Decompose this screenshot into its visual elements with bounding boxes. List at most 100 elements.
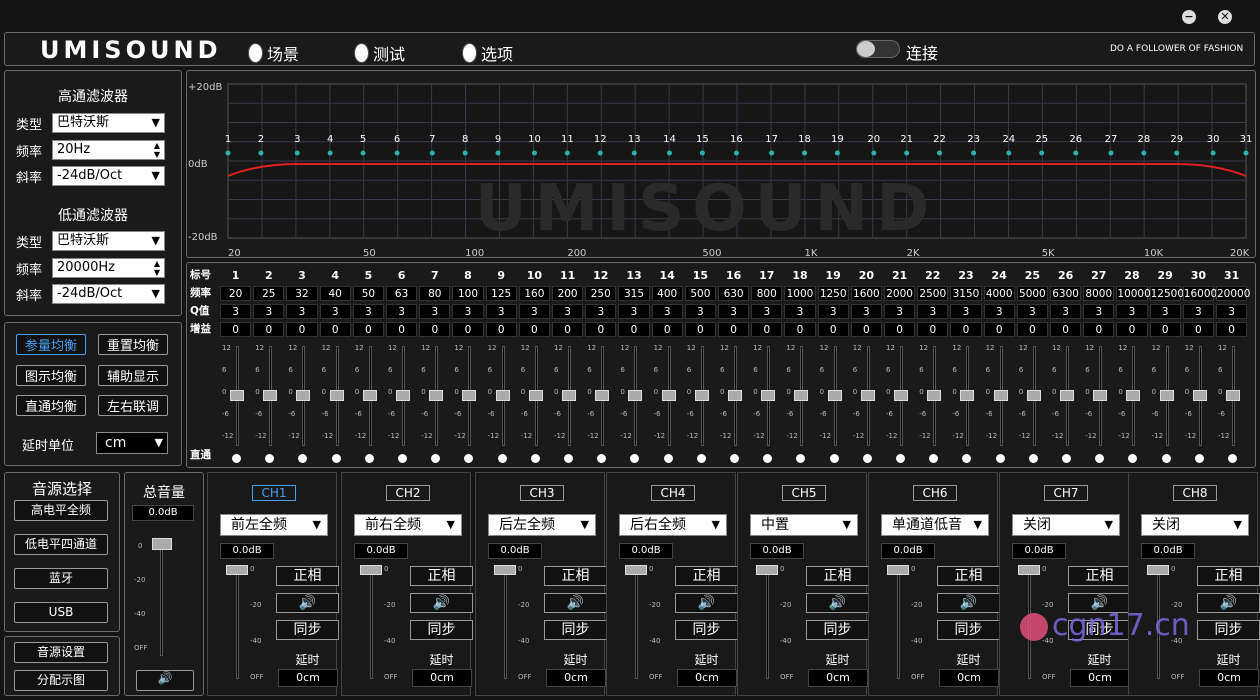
slider-knob[interactable] bbox=[1060, 390, 1074, 401]
band-q-input[interactable]: 3 bbox=[485, 304, 517, 319]
band-q-input[interactable]: 3 bbox=[850, 304, 882, 319]
channel-label[interactable]: CH4 bbox=[651, 485, 695, 501]
band-q-input[interactable]: 3 bbox=[784, 304, 816, 319]
eq-band-point[interactable] bbox=[834, 150, 840, 156]
sync-button[interactable]: 同步 bbox=[937, 620, 1000, 640]
delay-input[interactable]: 0cm bbox=[939, 669, 999, 687]
eq-band-point[interactable] bbox=[871, 150, 877, 156]
band-freq-input[interactable]: 1600 bbox=[850, 286, 882, 301]
fader-knob[interactable] bbox=[494, 565, 516, 575]
channel-mute-button[interactable]: 🔊 bbox=[937, 593, 1000, 613]
band-gain-slider[interactable]: 12 6 0 -6 -12 bbox=[1185, 344, 1215, 446]
band-freq-input[interactable]: 1250 bbox=[817, 286, 849, 301]
master-fader[interactable]: 0 -20 -40 OFF bbox=[134, 538, 194, 658]
slider-knob[interactable] bbox=[827, 390, 842, 401]
fader-knob[interactable] bbox=[1147, 565, 1169, 575]
band-freq-input[interactable]: 200 bbox=[552, 286, 584, 301]
source-low-level-button[interactable]: 低电平四通道 bbox=[14, 534, 108, 555]
band-bypass-radio[interactable] bbox=[829, 454, 839, 463]
channel-gain-fader[interactable]: 0 -20 -40 OFF bbox=[220, 565, 270, 683]
connect-toggle[interactable] bbox=[856, 40, 900, 58]
band-freq-input[interactable]: 800 bbox=[751, 286, 783, 301]
reset-eq-button[interactable]: 重置均衡 bbox=[98, 334, 168, 355]
band-gain-slider[interactable]: 12 6 0 -6 -12 bbox=[886, 344, 916, 446]
band-gain-slider[interactable]: 12 6 0 -6 -12 bbox=[786, 344, 816, 446]
band-q-input[interactable]: 3 bbox=[917, 304, 949, 319]
band-bypass-radio[interactable] bbox=[1228, 454, 1237, 463]
channel-label[interactable]: CH8 bbox=[1173, 485, 1217, 501]
channel-label[interactable]: CH2 bbox=[386, 485, 430, 501]
band-freq-input[interactable]: 8000 bbox=[1083, 286, 1115, 301]
band-freq-input[interactable]: 4000 bbox=[983, 286, 1015, 301]
band-gain-slider[interactable]: 12 6 0 -6 -12 bbox=[853, 344, 883, 446]
channel-gain-fader[interactable]: 0 -20 -40 OFF bbox=[488, 565, 538, 683]
channel-mute-button[interactable]: 🔊 bbox=[806, 593, 869, 613]
radio-icon[interactable] bbox=[462, 43, 477, 63]
eq-graph[interactable]: UMISOUND 1 2 3 4 5 6 7 8 9 10 11 12 13 14 15 16 17 18 19 20… bbox=[186, 70, 1256, 258]
band-bypass-radio[interactable] bbox=[1161, 454, 1171, 463]
band-gain-input[interactable]: 0 bbox=[917, 322, 949, 337]
band-freq-input[interactable]: 25 bbox=[253, 286, 285, 301]
radio-icon[interactable] bbox=[354, 43, 369, 63]
channel-label[interactable]: CH6 bbox=[913, 485, 957, 501]
phase-button[interactable]: 正相 bbox=[1197, 566, 1260, 586]
band-gain-slider[interactable]: 12 6 0 -6 -12 bbox=[355, 344, 385, 446]
fader-knob[interactable] bbox=[152, 538, 172, 550]
band-freq-input[interactable]: 20 bbox=[220, 286, 252, 301]
eq-band-point[interactable] bbox=[971, 150, 977, 156]
slider-knob[interactable] bbox=[628, 390, 643, 401]
band-gain-slider[interactable]: 12 6 0 -6 -12 bbox=[620, 344, 650, 446]
eq-band-point[interactable] bbox=[531, 150, 537, 156]
eq-band-point[interactable] bbox=[429, 150, 435, 156]
band-bypass-radio[interactable] bbox=[364, 454, 374, 463]
eq-band-point[interactable] bbox=[1039, 150, 1045, 156]
slider-knob[interactable] bbox=[462, 390, 477, 401]
band-gain-input[interactable]: 0 bbox=[1083, 322, 1115, 337]
spin-arrows-icon[interactable]: ▲ ▼ bbox=[154, 141, 160, 159]
sync-button[interactable]: 同步 bbox=[544, 620, 607, 640]
band-gain-input[interactable]: 0 bbox=[817, 322, 849, 337]
band-gain-input[interactable]: 0 bbox=[651, 322, 683, 337]
sync-button[interactable]: 同步 bbox=[276, 620, 339, 640]
band-freq-input[interactable]: 40 bbox=[319, 286, 351, 301]
phase-button[interactable]: 正相 bbox=[937, 566, 1000, 586]
band-freq-input[interactable]: 10000 bbox=[1116, 286, 1151, 301]
band-q-input[interactable]: 3 bbox=[220, 304, 252, 319]
band-bypass-radio[interactable] bbox=[1194, 454, 1204, 463]
slider-knob[interactable] bbox=[794, 390, 809, 401]
band-gain-input[interactable]: 0 bbox=[253, 322, 285, 337]
slider-knob[interactable] bbox=[429, 390, 444, 401]
sync-button[interactable]: 同步 bbox=[675, 620, 738, 640]
band-gain-slider[interactable]: 12 6 0 -6 -12 bbox=[820, 344, 850, 446]
eq-band-point[interactable] bbox=[1108, 150, 1114, 156]
delay-input[interactable]: 0cm bbox=[677, 669, 737, 687]
eq-band-point[interactable] bbox=[258, 150, 264, 156]
channel-gain-fader[interactable]: 0 -20 -40 OFF bbox=[354, 565, 404, 683]
band-gain-input[interactable]: 0 bbox=[286, 322, 318, 337]
band-q-input[interactable]: 3 bbox=[983, 304, 1015, 319]
band-freq-input[interactable]: 16000 bbox=[1182, 286, 1217, 301]
eq-band-point[interactable] bbox=[937, 150, 943, 156]
slider-knob[interactable] bbox=[562, 390, 576, 401]
slider-knob[interactable] bbox=[528, 390, 543, 401]
routing-map-button[interactable]: 分配示图 bbox=[14, 670, 108, 691]
band-q-input[interactable]: 3 bbox=[1116, 304, 1148, 319]
phase-button[interactable]: 正相 bbox=[675, 566, 738, 586]
band-gain-slider[interactable]: 12 6 0 -6 -12 bbox=[587, 344, 617, 446]
band-gain-input[interactable]: 0 bbox=[983, 322, 1015, 337]
eq-band-point[interactable] bbox=[666, 150, 672, 156]
band-gain-input[interactable]: 0 bbox=[552, 322, 584, 337]
slider-knob[interactable] bbox=[1226, 390, 1240, 401]
band-gain-slider[interactable]: 12 6 0 -6 -12 bbox=[654, 344, 684, 446]
band-gain-slider[interactable]: 12 6 0 -6 -12 bbox=[1218, 344, 1248, 446]
band-gain-input[interactable]: 0 bbox=[850, 322, 882, 337]
channel-mute-button[interactable]: 🔊 bbox=[276, 593, 339, 613]
eq-band-point[interactable] bbox=[733, 150, 739, 156]
band-gain-slider[interactable]: 12 6 0 -6 -12 bbox=[288, 344, 318, 446]
band-gain-slider[interactable]: 12 6 0 -6 -12 bbox=[388, 344, 418, 446]
band-gain-input[interactable]: 0 bbox=[485, 322, 517, 337]
band-gain-input[interactable]: 0 bbox=[1016, 322, 1048, 337]
phase-button[interactable]: 正相 bbox=[276, 566, 339, 586]
band-gain-input[interactable]: 0 bbox=[718, 322, 750, 337]
band-bypass-radio[interactable] bbox=[995, 454, 1005, 463]
